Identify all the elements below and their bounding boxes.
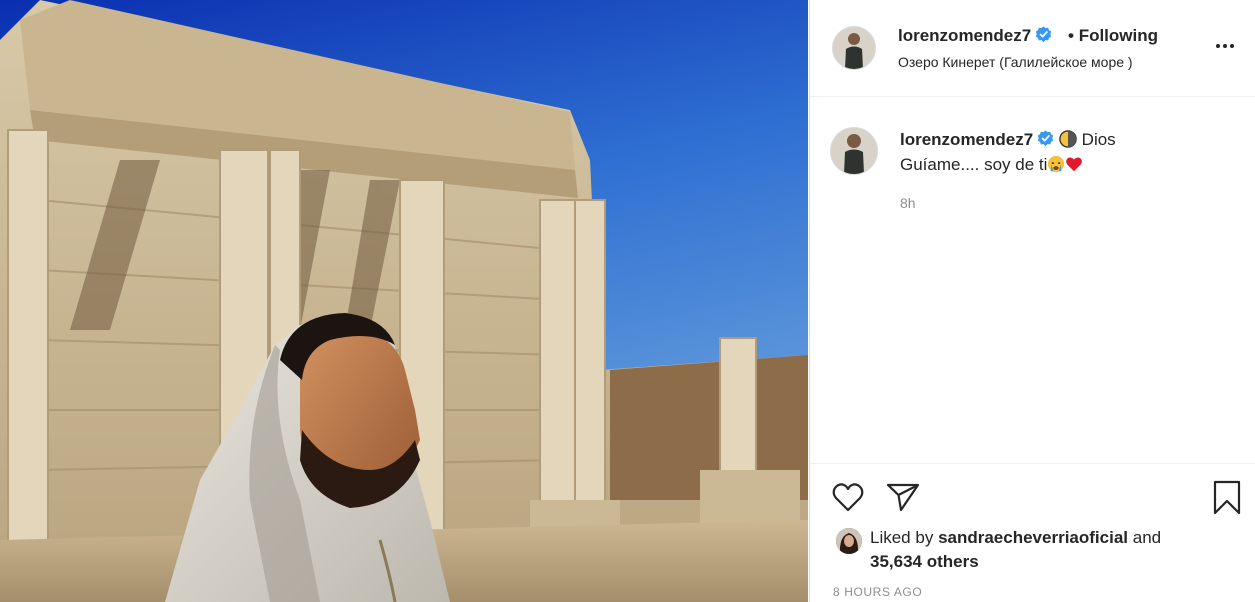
new-moon-face-icon	[1059, 130, 1077, 148]
caption-avatar-image	[831, 128, 877, 174]
post-caption-comment: lorenzomendez7 Dios Guíame.... soy de ti…	[810, 97, 1255, 463]
more-dot-icon	[1230, 44, 1234, 48]
liked-by-prefix: Liked by	[870, 528, 934, 547]
caption-author-avatar[interactable]	[830, 127, 878, 175]
following-button[interactable]: Following	[1079, 26, 1158, 45]
author-avatar[interactable]	[832, 26, 876, 70]
post-photo[interactable]	[0, 0, 808, 602]
post-location[interactable]: Озеро Кинерет (Галилейское море )	[898, 54, 1133, 70]
liked-by-others-link[interactable]: 35,634 others	[870, 552, 979, 571]
like-heart-icon[interactable]	[832, 482, 864, 512]
caption-username[interactable]: lorenzomendez7	[900, 130, 1033, 149]
verified-badge-icon	[1038, 130, 1054, 147]
separator-dot: •	[1068, 26, 1074, 45]
more-dot-icon	[1216, 44, 1220, 48]
liked-by-user-link[interactable]: sandraecheverriaoficial	[938, 528, 1128, 547]
liked-by-joiner: and	[1132, 528, 1162, 547]
red-heart-icon	[1066, 157, 1083, 172]
author-username-text[interactable]: lorenzomendez7	[898, 26, 1031, 45]
share-send-icon[interactable]	[886, 482, 920, 512]
comment-timestamp[interactable]: 8h	[900, 195, 916, 211]
caption-text-part2: Guíame.... soy de ti	[900, 155, 1048, 174]
liked-by-text: Liked by sandraecheverriaoficial and 35,…	[870, 526, 1210, 574]
post-header: lorenzomendez7 • Following Озеро Кинерет…	[810, 0, 1255, 97]
liker-avatar-image	[836, 528, 862, 554]
caption-text-part1: Dios	[1081, 130, 1116, 149]
author-avatar-image	[833, 27, 875, 69]
caption-text: lorenzomendez7 Dios Guíame.... soy de ti	[900, 127, 1230, 177]
post-image	[0, 0, 808, 602]
author-username[interactable]: lorenzomendez7	[898, 26, 1052, 46]
post-time-ago[interactable]: 8 HOURS AGO	[833, 585, 922, 599]
more-options-button[interactable]	[1216, 44, 1242, 54]
save-bookmark-icon[interactable]	[1212, 480, 1242, 516]
verified-badge-icon	[1036, 26, 1052, 43]
follow-status[interactable]: • Following	[1068, 26, 1158, 46]
crying-face-icon	[1048, 155, 1065, 173]
post-actions: Liked by sandraecheverriaoficial and 35,…	[810, 463, 1255, 602]
liker-avatar[interactable]	[836, 528, 862, 554]
post-details-panel: lorenzomendez7 • Following Озеро Кинерет…	[809, 0, 1255, 602]
likes-summary: Liked by sandraecheverriaoficial and 35,…	[836, 526, 1255, 578]
more-dot-icon	[1223, 44, 1227, 48]
